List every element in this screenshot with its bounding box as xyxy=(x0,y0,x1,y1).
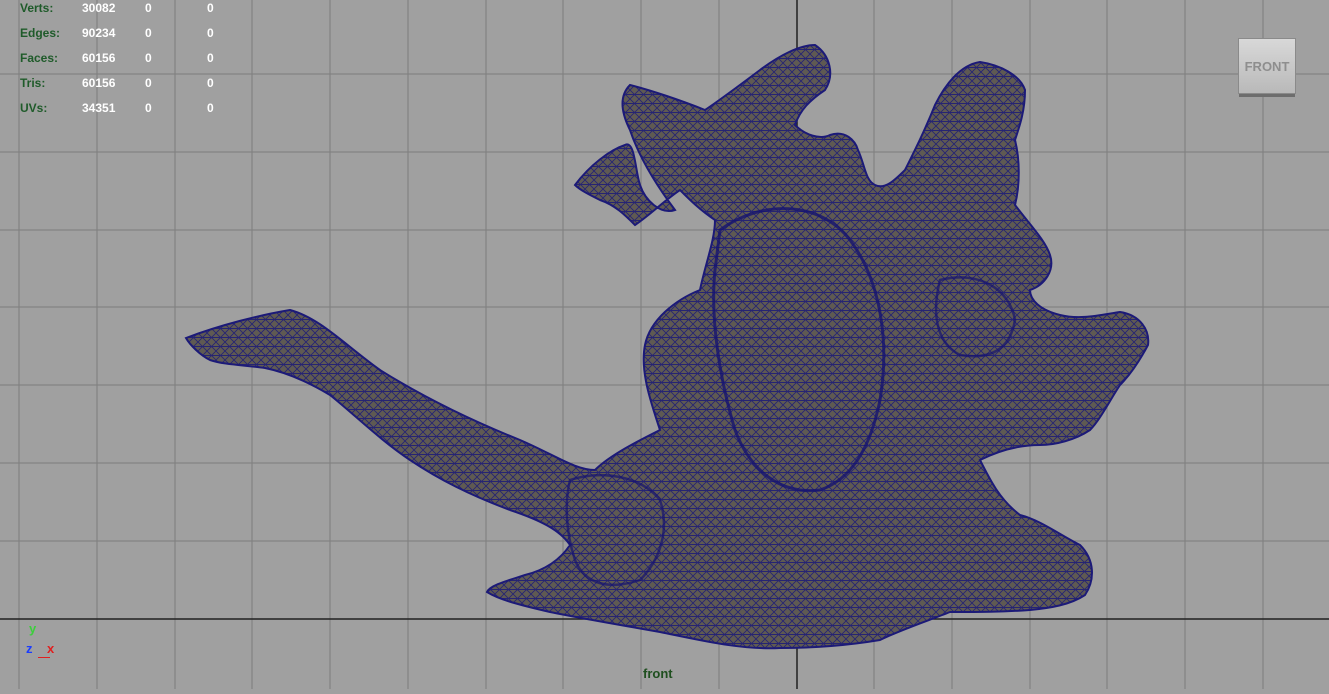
camera-name: front xyxy=(643,666,673,681)
hud-label: Edges: xyxy=(20,26,61,40)
viewport-front[interactable]: Verts: 30082 0 0 Edges: 90234 0 0 Faces:… xyxy=(0,0,1329,689)
hud-total: 90234 xyxy=(82,26,116,40)
hud-selected: 0 xyxy=(145,76,152,90)
hud-component: 0 xyxy=(207,1,214,15)
hud-selected: 0 xyxy=(145,26,152,40)
hud-label: Verts: xyxy=(20,1,54,15)
hud-total: 60156 xyxy=(82,76,116,90)
hud-total: 34351 xyxy=(82,101,116,115)
hud-selected: 0 xyxy=(145,1,152,15)
view-cube-label: FRONT xyxy=(1244,58,1290,74)
axis-gizmo-icon: y z x xyxy=(26,621,66,663)
hud-label: Tris: xyxy=(20,76,46,90)
hud-component: 0 xyxy=(207,101,214,115)
axis-x-label: x xyxy=(47,641,55,656)
axis-z-label: z xyxy=(26,641,33,656)
hud-component: 0 xyxy=(207,51,214,65)
hud-total: 30082 xyxy=(82,1,116,15)
grid xyxy=(0,0,1329,689)
hud-selected: 0 xyxy=(145,101,152,115)
hud-component: 0 xyxy=(207,26,214,40)
axis-x-line xyxy=(38,657,50,658)
hud-label: UVs: xyxy=(20,101,48,115)
view-cube-icon[interactable]: FRONT xyxy=(1238,38,1296,94)
hud-total: 60156 xyxy=(82,51,116,65)
hud-label: Faces: xyxy=(20,51,59,65)
axis-y-label: y xyxy=(29,621,37,636)
hud-selected: 0 xyxy=(145,51,152,65)
hud-component: 0 xyxy=(207,76,214,90)
